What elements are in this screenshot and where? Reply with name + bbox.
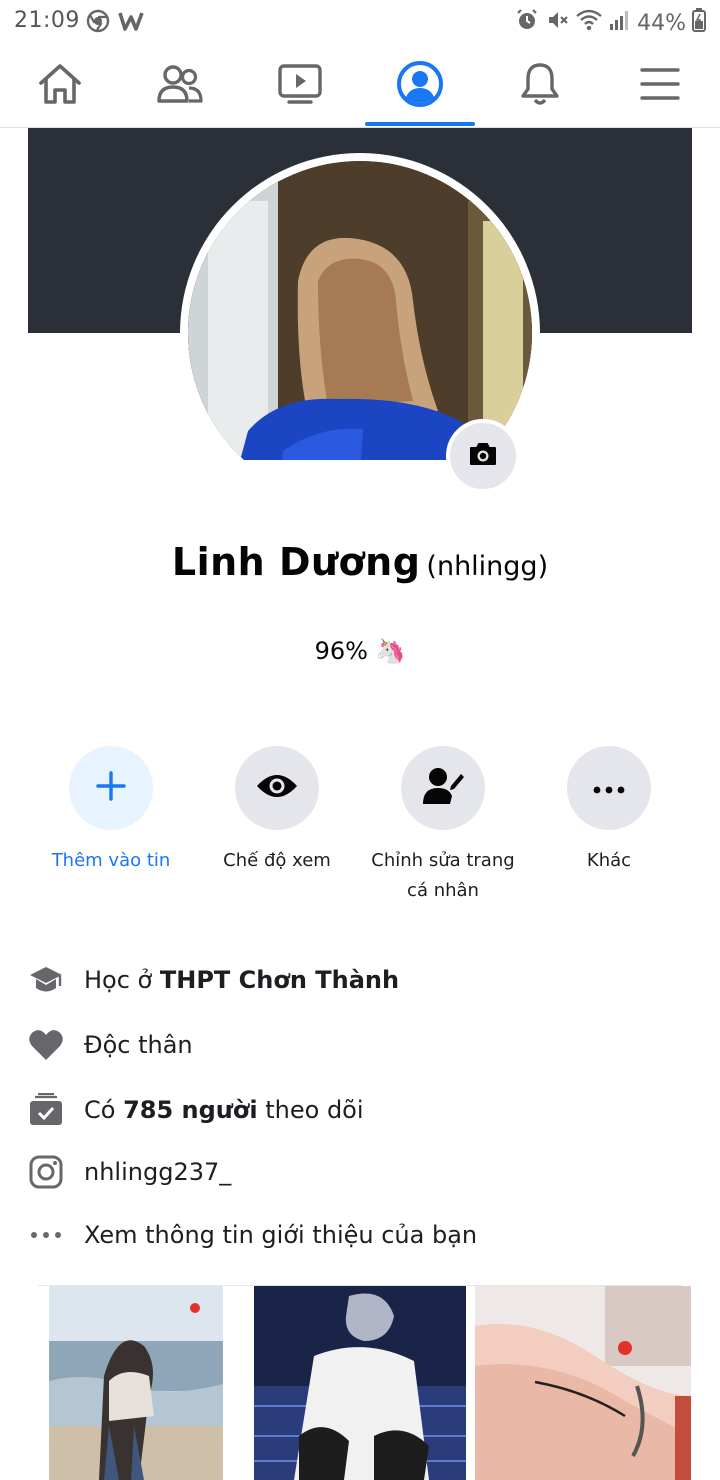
profile-icon bbox=[396, 60, 444, 112]
friends-icon bbox=[156, 64, 204, 108]
status-left-icons bbox=[86, 9, 144, 37]
top-nav-bar bbox=[0, 44, 720, 128]
profile-name-row: Linh Dương (nhlingg) bbox=[0, 540, 720, 584]
intro-followers[interactable]: Có 785 người theo dõi bbox=[28, 1088, 688, 1132]
followers-icon bbox=[28, 1092, 64, 1128]
education-text: Học ở THPT Chơn Thành bbox=[84, 966, 399, 994]
more-icon bbox=[593, 779, 625, 798]
add-to-story-circle bbox=[69, 746, 153, 830]
intro-see-about[interactable]: Xem thông tin giới thiệu của bạn bbox=[28, 1213, 688, 1257]
more-button[interactable]: Khác bbox=[525, 746, 693, 876]
education-prefix: Học ở bbox=[84, 966, 160, 994]
video-icon bbox=[277, 63, 323, 109]
edit-profile-icon bbox=[421, 766, 465, 810]
signal-icon bbox=[609, 8, 631, 38]
profile-alt-name: (nhlingg) bbox=[426, 551, 549, 582]
intro-instagram[interactable]: nhlingg237_ bbox=[28, 1150, 688, 1194]
status-right-icons: 44% bbox=[515, 8, 706, 38]
profile-page: 21:09 44% Linh Dương (nhlingg) 96% 🦄 Thê… bbox=[0, 0, 720, 1480]
photo-thumbnail-1[interactable] bbox=[49, 1286, 223, 1480]
intro-education[interactable]: Học ở THPT Chơn Thành bbox=[28, 958, 688, 1002]
intro-relationship[interactable]: Độc thân bbox=[28, 1023, 688, 1067]
profile-bio: 96% 🦄 bbox=[314, 637, 406, 665]
followers-text: Có 785 người theo dõi bbox=[84, 1096, 364, 1124]
photo-thumbnail-3[interactable] bbox=[475, 1286, 691, 1480]
battery-percent: 44% bbox=[637, 10, 686, 36]
ellipsis-icon bbox=[28, 1217, 64, 1253]
instagram-handle: nhlingg237_ bbox=[84, 1158, 232, 1186]
nav-friends[interactable] bbox=[120, 44, 240, 128]
profile-name: Linh Dương bbox=[171, 540, 421, 584]
followers-suffix: theo dõi bbox=[257, 1096, 364, 1124]
plus-icon bbox=[94, 769, 128, 807]
change-avatar-button[interactable] bbox=[446, 419, 520, 493]
view-as-label: Chế độ xem bbox=[223, 850, 331, 871]
followers-prefix: Có bbox=[84, 1096, 124, 1124]
relationship-text: Độc thân bbox=[84, 1031, 193, 1059]
more-label: Khác bbox=[586, 850, 632, 871]
edit-profile-label: Chỉnh sửa trang cá nhân bbox=[359, 846, 527, 906]
status-time: 21:09 bbox=[14, 8, 80, 33]
followers-count: 785 người bbox=[123, 1096, 258, 1124]
graduation-cap-icon bbox=[28, 962, 64, 998]
instagram-icon bbox=[28, 1154, 64, 1190]
nav-menu[interactable] bbox=[600, 44, 720, 128]
hamburger-icon bbox=[639, 66, 681, 106]
w-app-icon bbox=[118, 9, 144, 37]
heart-icon bbox=[28, 1027, 64, 1063]
add-to-story-button[interactable]: Thêm vào tin bbox=[27, 746, 195, 876]
see-about-text: Xem thông tin giới thiệu của bạn bbox=[84, 1221, 478, 1249]
bell-icon bbox=[519, 61, 561, 111]
chrome-icon bbox=[86, 9, 110, 37]
eye-icon bbox=[255, 772, 299, 804]
wifi-icon bbox=[575, 8, 603, 38]
edit-profile-circle bbox=[401, 746, 485, 830]
nav-watch[interactable] bbox=[240, 44, 360, 128]
nav-active-indicator bbox=[365, 122, 475, 126]
view-as-button[interactable]: Chế độ xem bbox=[193, 746, 361, 876]
add-to-story-label: Thêm vào tin bbox=[51, 850, 171, 871]
camera-icon bbox=[468, 441, 498, 471]
mute-icon bbox=[545, 8, 569, 38]
view-as-circle bbox=[235, 746, 319, 830]
education-school: THPT Chơn Thành bbox=[159, 966, 400, 994]
nav-notifications[interactable] bbox=[480, 44, 600, 128]
nav-profile[interactable] bbox=[360, 44, 480, 128]
more-circle bbox=[567, 746, 651, 830]
photo-thumbnail-2[interactable] bbox=[254, 1286, 466, 1480]
home-icon bbox=[37, 62, 83, 110]
alarm-icon bbox=[515, 8, 539, 38]
battery-icon bbox=[692, 8, 706, 38]
edit-profile-label-line2: cá nhân bbox=[407, 880, 479, 901]
nav-home[interactable] bbox=[0, 44, 120, 128]
status-bar: 21:09 44% bbox=[0, 0, 720, 44]
edit-profile-label-line1: Chỉnh sửa trang bbox=[371, 850, 515, 871]
edit-profile-button[interactable]: Chỉnh sửa trang cá nhân bbox=[359, 746, 527, 906]
